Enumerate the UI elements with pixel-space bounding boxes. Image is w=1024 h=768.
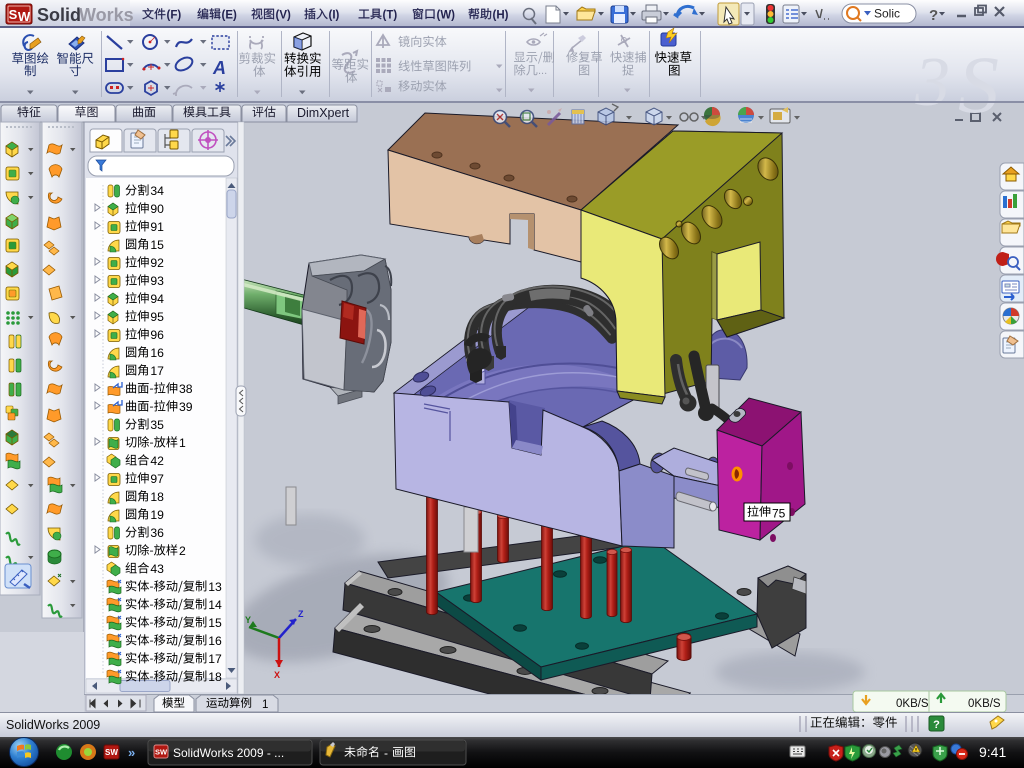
svg-text:...: ... xyxy=(538,65,547,77)
svg-text:39: 39 xyxy=(179,400,193,414)
svg-text:15: 15 xyxy=(150,238,164,252)
svg-text:Z: Z xyxy=(298,609,304,619)
svg-text:16: 16 xyxy=(150,346,164,360)
svg-text:91: 91 xyxy=(150,220,164,234)
svg-text:SW: SW xyxy=(105,748,118,757)
svg-text:96: 96 xyxy=(150,328,164,342)
svg-text:0KB/S: 0KB/S xyxy=(896,698,929,710)
svg-text:18: 18 xyxy=(208,670,222,684)
svg-text:36: 36 xyxy=(150,526,164,540)
svg-text:13: 13 xyxy=(208,580,222,594)
svg-text:95: 95 xyxy=(150,310,164,324)
svg-text:?: ? xyxy=(929,7,938,24)
svg-text:S: S xyxy=(9,7,18,22)
svg-text:SW: SW xyxy=(155,748,168,757)
svg-text:75: 75 xyxy=(772,507,786,521)
svg-text:(F): (F) xyxy=(167,10,182,22)
svg-text:19: 19 xyxy=(150,508,164,522)
svg-text:17: 17 xyxy=(150,364,164,378)
svg-text:2: 2 xyxy=(179,544,186,558)
svg-text:3: 3 xyxy=(914,44,950,121)
svg-text:9:41: 9:41 xyxy=(979,744,1006,760)
svg-text:1: 1 xyxy=(179,436,186,450)
svg-text:93: 93 xyxy=(150,274,164,288)
svg-text:(T): (T) xyxy=(383,10,398,22)
svg-text:Y: Y xyxy=(245,615,251,625)
svg-text:Works: Works xyxy=(79,5,134,25)
svg-text:SolidWorks 2009 - ...: SolidWorks 2009 - ... xyxy=(173,746,284,760)
svg-text:Solic: Solic xyxy=(874,7,900,21)
svg-text:0KB/S: 0KB/S xyxy=(968,698,1001,710)
svg-text:43: 43 xyxy=(150,562,164,576)
svg-text:97: 97 xyxy=(150,472,164,486)
svg-text:-: - xyxy=(384,746,388,760)
svg-text:(H): (H) xyxy=(493,10,509,22)
svg-text:16: 16 xyxy=(208,634,222,648)
svg-text:92: 92 xyxy=(150,256,164,270)
svg-text:A: A xyxy=(212,58,226,78)
svg-text:»: » xyxy=(128,745,135,760)
svg-text:Solid: Solid xyxy=(37,5,81,25)
svg-text:(V): (V) xyxy=(276,10,292,22)
svg-text:1: 1 xyxy=(262,699,268,711)
svg-text:S: S xyxy=(958,39,999,130)
svg-text:38: 38 xyxy=(179,382,193,396)
svg-text:DimXpert: DimXpert xyxy=(297,106,350,120)
svg-text:?: ? xyxy=(933,719,940,731)
svg-text:X: X xyxy=(274,670,280,680)
svg-text:42: 42 xyxy=(150,454,164,468)
svg-text:SolidWorks 2009: SolidWorks 2009 xyxy=(6,718,100,732)
svg-text:90: 90 xyxy=(150,202,164,216)
svg-text:35: 35 xyxy=(150,418,164,432)
svg-text:17: 17 xyxy=(208,652,222,666)
svg-text:(W): (W) xyxy=(437,10,456,22)
svg-text:W: W xyxy=(18,9,31,24)
svg-text:(E): (E) xyxy=(222,10,238,22)
svg-text:18: 18 xyxy=(150,490,164,504)
svg-text:(I): (I) xyxy=(329,10,340,22)
svg-text:15: 15 xyxy=(208,616,222,630)
svg-text:14: 14 xyxy=(208,598,222,612)
svg-text:94: 94 xyxy=(150,292,164,306)
svg-text:34: 34 xyxy=(150,184,164,198)
